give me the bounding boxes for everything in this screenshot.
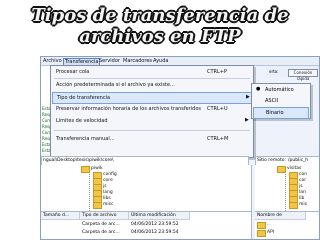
menu-item-default-action[interactable]: Acción predeterminada si el archivo ya e… <box>52 80 252 90</box>
local-file-list: Tamaño d... Tipo de archivo Última modif… <box>41 211 252 239</box>
menu-marcadores[interactable]: Marcadores <box>123 58 152 64</box>
remote-path-value: /public_h <box>288 158 309 163</box>
submenu-item-binary[interactable]: Binario <box>253 107 309 119</box>
column-header-label: Última modificación <box>131 213 176 218</box>
folder-icon <box>277 166 286 173</box>
tree-node-label: con <box>299 172 308 177</box>
local-directory-tree: piwik config core js lang libs misc <box>41 165 252 211</box>
folder-icon <box>257 222 266 229</box>
tree-node-label: js <box>103 184 107 189</box>
slide-title-line-1: Tipos de transferencia de <box>31 5 289 26</box>
menu-ayuda[interactable]: Ayuda <box>153 58 168 64</box>
tree-connector <box>89 171 90 211</box>
column-header-type[interactable]: Tipo de archivo <box>80 212 129 220</box>
column-header-size[interactable]: Tamaño d... <box>41 212 80 220</box>
menu-item-shortcut: CTRL+U <box>207 106 228 112</box>
menu-item-label: Preservar información horaria de los arc… <box>56 106 202 112</box>
column-header-label: Tamaño d... <box>43 213 70 218</box>
quickconnect-bar: erto: Conexión rápida <box>266 66 319 81</box>
tree-node-label: lan <box>299 190 306 195</box>
slide-title: Tipos de transferencia de archivos en FT… <box>0 0 320 58</box>
selected-radio-icon: ● <box>256 86 261 92</box>
menu-item-transfer-type[interactable]: Tipo de transferencia ▶ <box>52 92 252 104</box>
folder-icon <box>289 202 298 209</box>
menu-item-manual-transfer[interactable]: Transferencia manual... CTRL+M <box>52 134 252 144</box>
list-item-label: API <box>267 230 275 235</box>
tree-node-label: cor <box>299 178 307 183</box>
tree-node-label: lang <box>103 190 113 195</box>
menu-item-label: Límites de velocidad <box>56 118 108 124</box>
column-header-modified[interactable]: Última modificación <box>129 212 190 220</box>
list-item-label: .. <box>267 222 270 227</box>
remote-file-list: Nombre de .. API <box>255 211 319 239</box>
tree-node-label: libs <box>103 196 111 201</box>
submenu-item-label: Binario <box>266 110 284 116</box>
column-header-name[interactable]: Nombre de <box>255 212 306 220</box>
port-label: erto: <box>269 69 279 74</box>
menu-archivo[interactable]: Archivo <box>43 58 62 64</box>
row-type[interactable]: Carpeta de arc... <box>82 222 120 227</box>
quickconnect-button[interactable]: Conexión rápida <box>288 69 318 81</box>
row-modified[interactable]: 04/06/2012 23:59:54 <box>131 230 179 235</box>
submenu-item-ascii[interactable]: ASCII <box>253 96 309 106</box>
menu-servidor[interactable]: Servidor <box>99 58 120 64</box>
submenu-item-automatic[interactable]: ● Automático <box>253 85 309 95</box>
remote-site-label: Sitio remoto: <box>257 158 286 163</box>
tree-node-label: lib <box>299 196 305 201</box>
tree-node-label: visitas <box>287 166 302 171</box>
submenu-item-label: Automático <box>265 87 294 93</box>
transfer-menu: Procesar cola CTRL+P Acción predetermina… <box>50 65 254 158</box>
slide-title-line-2: archivos en FTP <box>79 26 241 47</box>
row-type[interactable]: Carpeta de arc... <box>82 230 120 235</box>
tree-node-label: core <box>103 178 113 183</box>
menu-item-label: Tipo de transferencia <box>57 95 111 101</box>
tree-node-label: mis <box>299 202 307 207</box>
submenu-arrow-icon: ▶ <box>246 94 250 100</box>
column-header-label: Nombre de <box>257 213 282 218</box>
menu-item-shortcut: CTRL+M <box>207 136 229 142</box>
tree-node-label: piwik <box>91 166 103 171</box>
transfer-type-submenu: ● Automático ASCII Binario <box>251 83 311 119</box>
tree-connector <box>285 171 286 211</box>
remote-directory-tree: visitas con cor js lan lib mis <box>255 165 319 211</box>
menu-separator <box>54 78 250 79</box>
tree-node-label: config <box>103 172 117 177</box>
folder-icon <box>81 166 90 173</box>
filezilla-screenshot: Archivo Transferencia Servidor Marcadore… <box>40 56 320 240</box>
menu-separator <box>54 130 250 131</box>
tree-node-label: misc <box>103 202 114 207</box>
column-header-label: Tipo de archivo <box>82 213 117 218</box>
submenu-item-label: ASCII <box>265 98 279 104</box>
folder-icon <box>93 202 102 209</box>
submenu-arrow-icon: ▶ <box>245 117 249 123</box>
menu-item-label: Transferencia manual... <box>56 136 115 142</box>
menu-item-speed-limits[interactable]: Límites de velocidad ▶ <box>52 116 252 126</box>
menu-item-preserve-timestamps[interactable]: Preservar información horaria de los arc… <box>52 104 252 114</box>
folder-icon <box>257 230 266 237</box>
menu-item-process-queue[interactable]: Procesar cola CTRL+P <box>52 67 252 77</box>
tree-node-label: js <box>299 184 303 189</box>
menu-item-shortcut: CTRL+P <box>207 69 228 75</box>
menu-item-label: Procesar cola <box>56 69 90 75</box>
menu-item-label: Acción predeterminada si el archivo ya e… <box>56 82 175 88</box>
row-modified[interactable]: 04/06/2012 23:59:52 <box>131 222 179 227</box>
local-path-value: ngual\Desktop\tesis\piwik\core\ <box>43 158 114 163</box>
